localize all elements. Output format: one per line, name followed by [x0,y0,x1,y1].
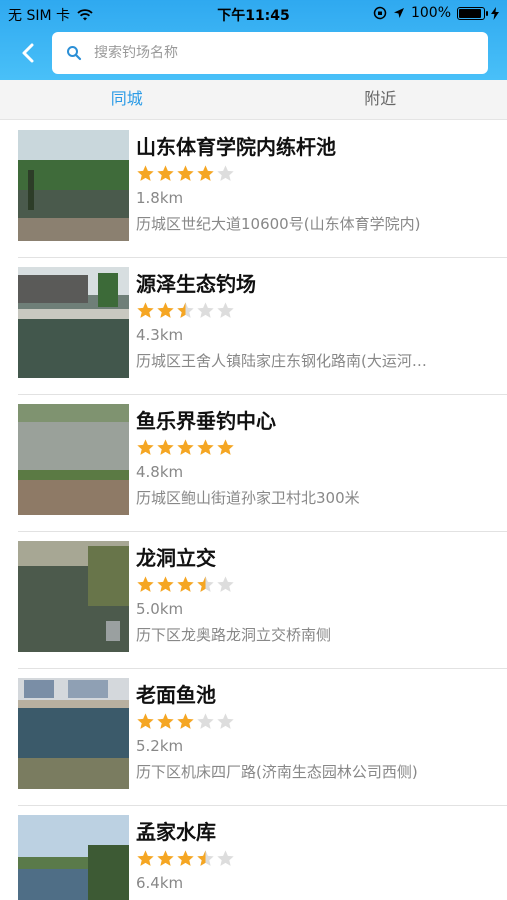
spot-name: 孟家水库 [136,820,216,844]
spot-photo-image [18,815,129,900]
star-icon [217,713,234,729]
star-icon [177,713,194,729]
spot-photo [18,404,129,515]
list-item[interactable]: 龙洞立交 5.0km 历下区龙奥路龙洞立交桥南侧 [18,532,507,669]
spot-distance: 1.8km [136,189,184,207]
spot-name: 龙洞立交 [136,546,216,570]
fishing-spot-list: 山东体育学院内练杆池 1.8km 历城区世纪大道10600号(山东体育学院内) … [0,121,507,900]
spot-photo-image [18,678,129,789]
battery-icon [457,6,488,20]
spot-distance: 5.2km [136,737,184,755]
star-icon [157,302,174,318]
search-input[interactable] [94,45,454,61]
spot-address: 历城区世纪大道10600号(山东体育学院内) [136,215,421,233]
rating-stars [136,712,497,734]
list-item[interactable]: 源泽生态钓场 4.3km 历城区王舍人镇陆家庄东钢化路南(大运河生态园) [18,258,507,395]
star-icon [217,850,234,866]
star-icon [197,713,214,729]
star-icon [137,576,154,592]
spot-address: 历下区龙奥路龙洞立交桥南侧 [136,626,332,644]
spot-photo-image [18,541,129,652]
spot-name: 鱼乐界垂钓中心 [136,409,276,433]
star-icon [157,713,174,729]
tab-nearby[interactable]: 附近 [254,80,507,119]
status-bar: 无 SIM 卡 下午11:45 100% [0,0,507,28]
star-icon [177,439,194,455]
star-icon [177,165,194,181]
charging-icon [491,6,499,20]
list-item[interactable]: 孟家水库 6.4km [18,806,507,900]
star-icon [197,576,214,592]
spot-distance: 4.3km [136,326,184,344]
tab-same-city[interactable]: 同城 [0,80,254,119]
spot-photo-image [18,404,129,515]
rating-stars [136,438,497,460]
spot-photo [18,130,129,241]
search-icon [67,46,82,61]
star-icon [217,576,234,592]
rotation-lock-icon [373,6,387,20]
star-icon [137,165,154,181]
rating-stars [136,164,497,186]
star-icon [137,302,154,318]
spot-distance: 5.0km [136,600,184,618]
star-icon [177,850,194,866]
star-icon [157,850,174,866]
star-icon [137,850,154,866]
spot-photo-image [18,130,129,241]
star-icon [217,165,234,181]
star-icon [217,439,234,455]
rating-stars [136,575,497,597]
spot-photo [18,267,129,378]
spot-name: 老面鱼池 [136,683,216,707]
chevron-left-icon [22,43,34,63]
star-icon [197,439,214,455]
back-button[interactable] [14,36,42,70]
spot-photo-image [18,267,129,378]
tab-bar: 同城 附近 [0,80,507,120]
rating-stars [136,301,497,323]
star-icon [177,302,194,318]
spot-distance: 4.8km [136,463,184,481]
location-arrow-icon [393,8,404,18]
spot-address: 历下区机床四厂路(济南生态园林公司西侧) [136,763,418,781]
list-item[interactable]: 鱼乐界垂钓中心 4.8km 历城区鲍山街道孙家卫村北300米 [18,395,507,532]
star-icon [157,165,174,181]
star-icon [217,302,234,318]
spot-address: 历城区王舍人镇陆家庄东钢化路南(大运河生态园) [136,352,436,370]
star-icon [157,576,174,592]
spot-photo [18,678,129,789]
star-icon [137,713,154,729]
spot-photo [18,815,129,900]
spot-distance: 6.4km [136,874,184,892]
star-icon [157,439,174,455]
star-icon [177,576,194,592]
star-icon [197,302,214,318]
list-item[interactable]: 山东体育学院内练杆池 1.8km 历城区世纪大道10600号(山东体育学院内) [18,121,507,258]
star-icon [197,165,214,181]
list-item[interactable]: 老面鱼池 5.2km 历下区机床四厂路(济南生态园林公司西侧) [18,669,507,806]
spot-address: 历城区鲍山街道孙家卫村北300米 [136,489,360,507]
spot-name: 源泽生态钓场 [136,272,256,296]
star-icon [197,850,214,866]
battery-percent: 100% [410,5,451,21]
spot-photo [18,541,129,652]
search-bar[interactable] [52,32,488,74]
spot-name: 山东体育学院内练杆池 [136,135,336,159]
star-icon [137,439,154,455]
top-bar: 无 SIM 卡 下午11:45 100% [0,0,507,80]
rating-stars [136,849,497,871]
